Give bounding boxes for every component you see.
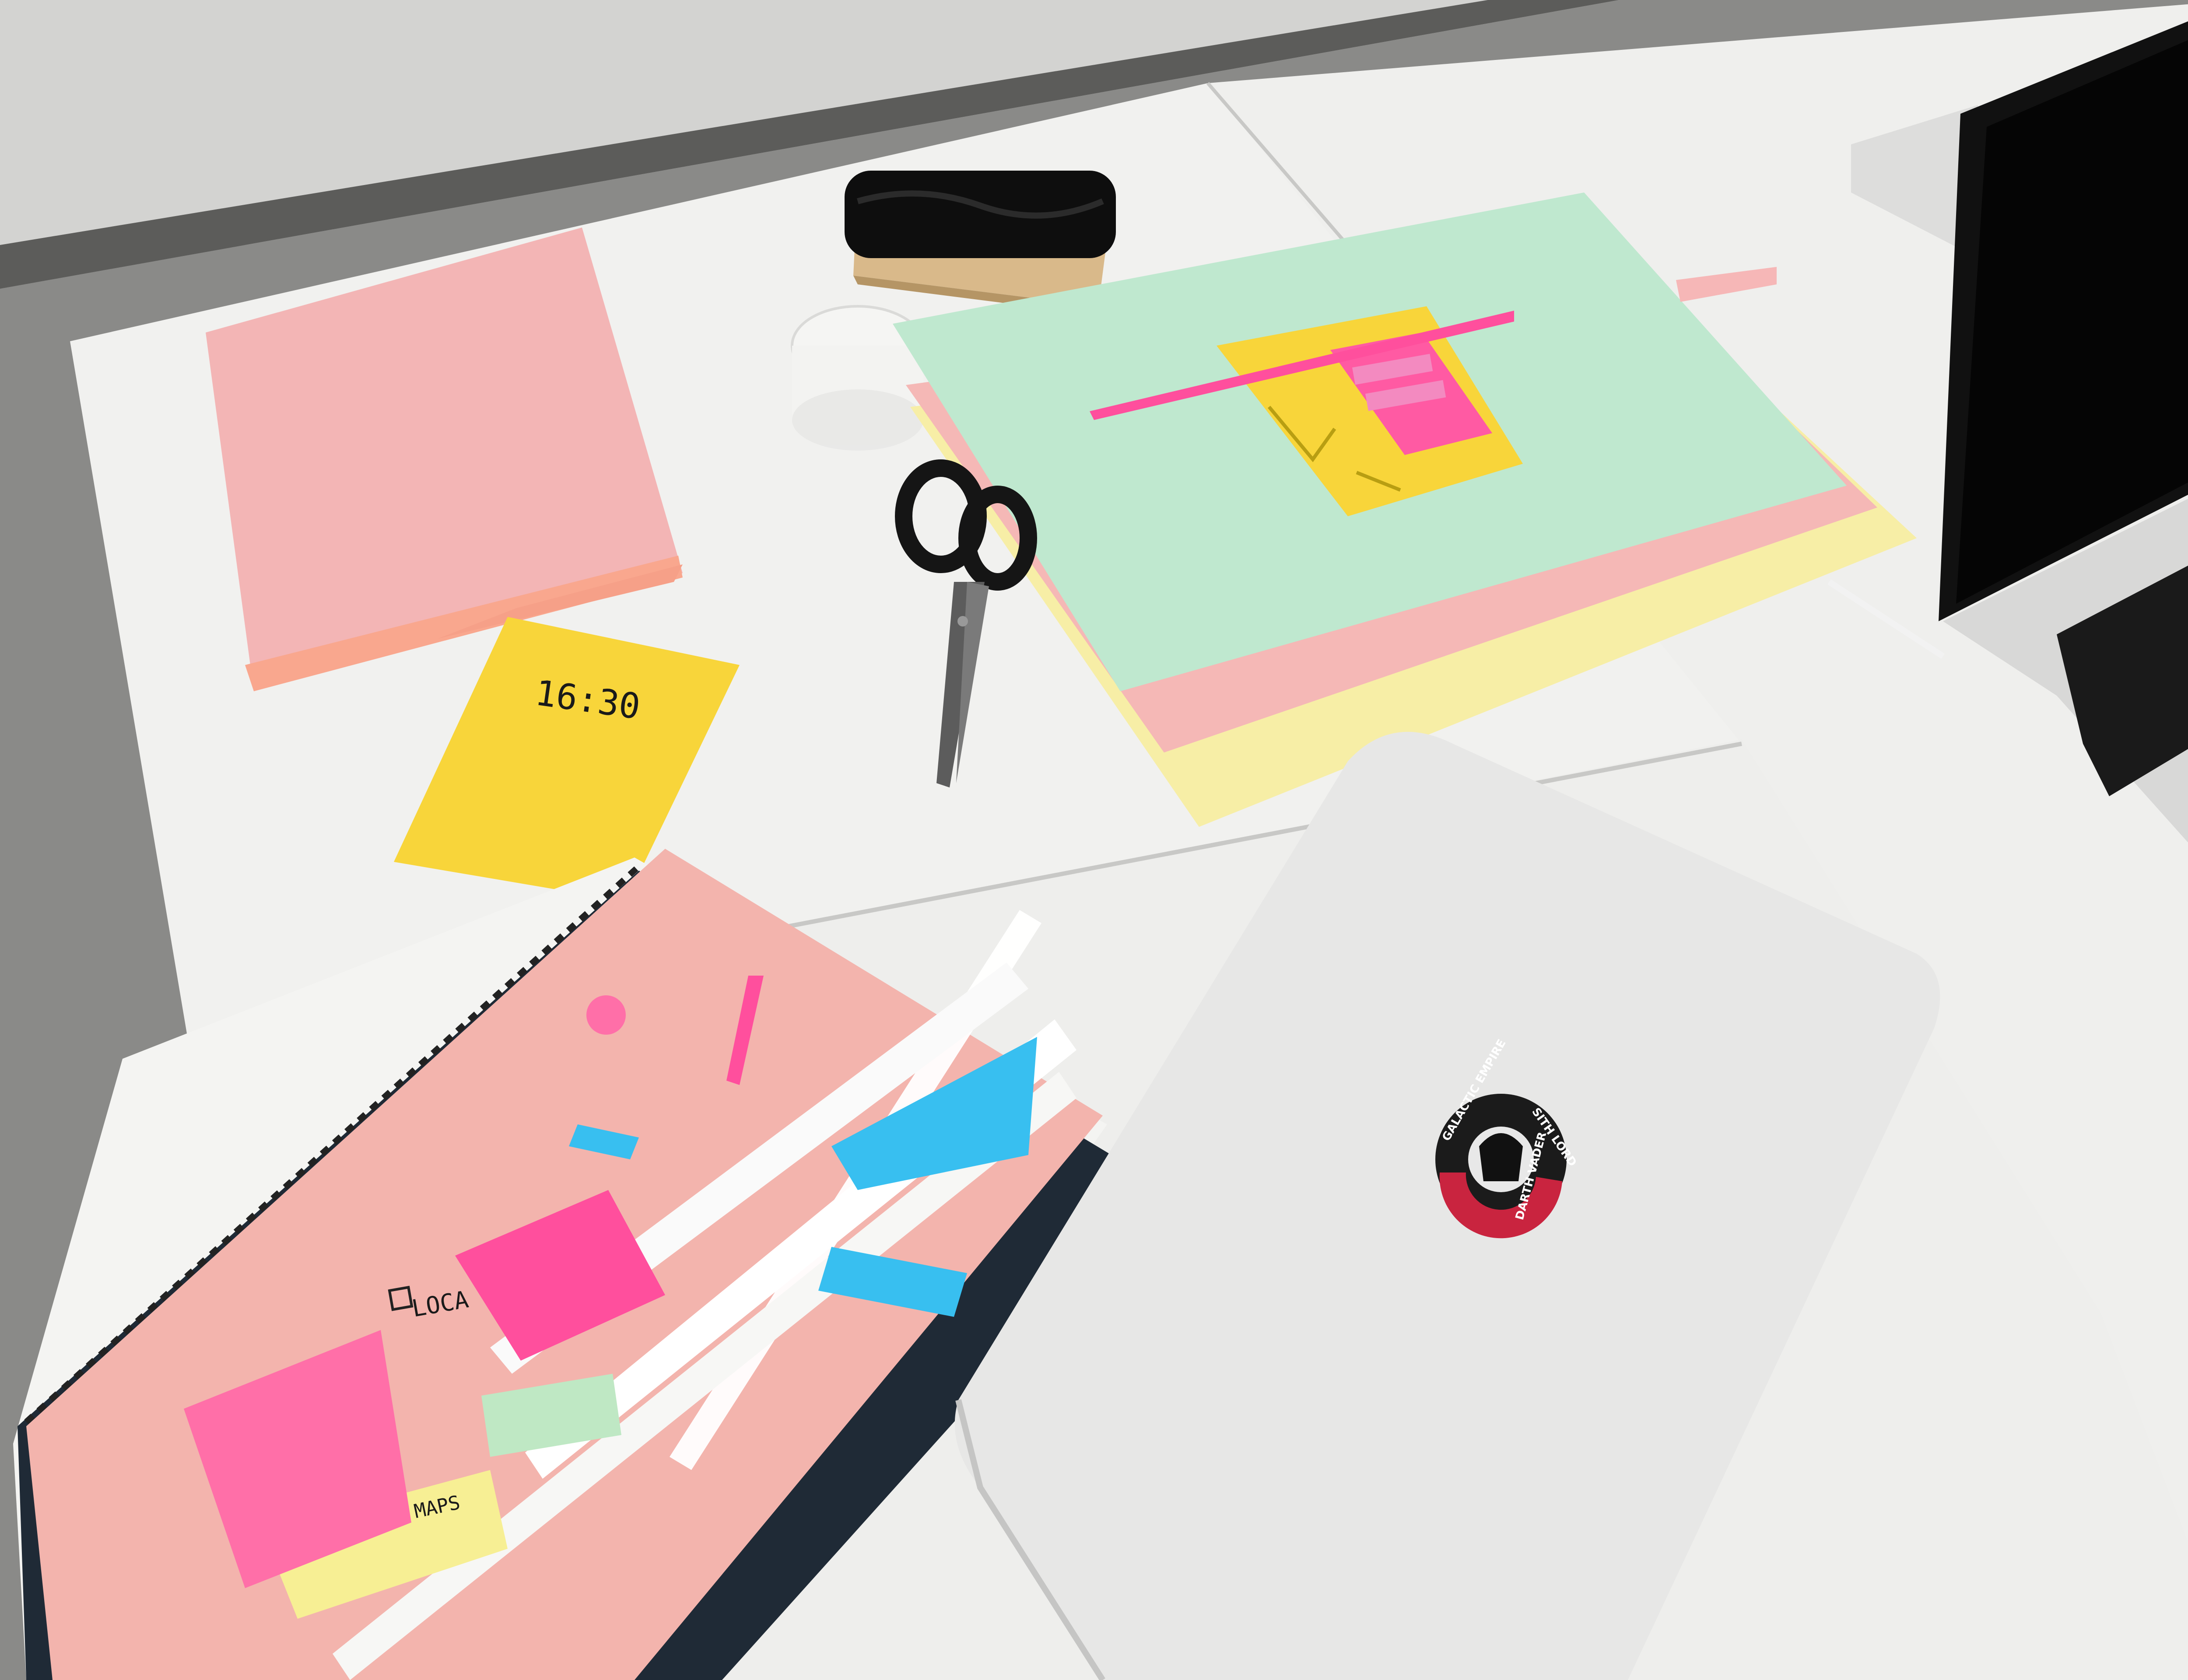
- pink-dot: [586, 995, 626, 1035]
- photo-scene: 16:30 LOCA MAPS GALACTIC EMPIRE SITH LOR…: [0, 0, 2188, 1680]
